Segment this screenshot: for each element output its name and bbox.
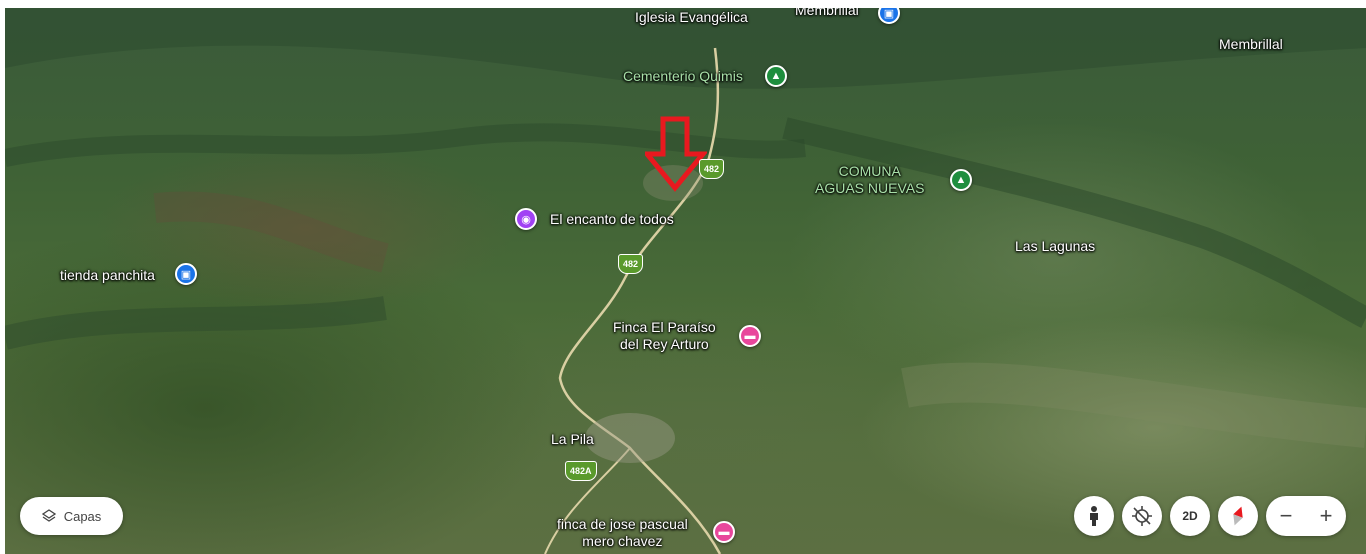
my-location-button[interactable]: [1122, 496, 1162, 536]
finca-jose-line2: mero chavez: [582, 533, 663, 549]
location-off-icon: [1132, 506, 1152, 526]
place-label-comuna[interactable]: COMUNA AGUAS NUEVAS: [815, 163, 924, 197]
street-view-button[interactable]: [1074, 496, 1114, 536]
terrain-layer: [5, 8, 1366, 554]
place-label-tienda[interactable]: tienda panchita: [60, 267, 155, 284]
zoom-out-button[interactable]: −: [1280, 503, 1293, 529]
annotation-arrow: [645, 116, 707, 192]
place-label-membrillal-right[interactable]: Membrillal: [1219, 36, 1283, 53]
finca-paraiso-line1: Finca El Paraíso: [613, 319, 716, 335]
satellite-map[interactable]: Iglesia Evangélica Membrillal ▣ Membrill…: [5, 8, 1366, 554]
finca-jose-line1: finca de jose pascual: [557, 516, 688, 532]
finca-paraiso-line2: del Rey Arturo: [620, 336, 709, 352]
park-pin-icon[interactable]: ▲: [950, 169, 972, 191]
layers-label: Capas: [63, 508, 102, 524]
route-shield-482: 482: [699, 159, 725, 179]
hotel-pin-icon[interactable]: ▬: [713, 521, 735, 543]
park-pin-icon[interactable]: ▲: [765, 65, 787, 87]
place-label-finca-jose[interactable]: finca de jose pascual mero chavez: [557, 516, 688, 550]
view-2d-button[interactable]: 2D: [1170, 496, 1210, 536]
camera-pin-icon[interactable]: ◉: [515, 208, 537, 230]
route-shield-482: 482: [618, 254, 644, 274]
comuna-line1: COMUNA: [838, 163, 901, 179]
hotel-pin-icon[interactable]: ▬: [739, 325, 761, 347]
place-label-la-pila[interactable]: La Pila: [551, 431, 594, 448]
shopping-pin-icon[interactable]: ▣: [175, 263, 197, 285]
zoom-in-button[interactable]: +: [1320, 503, 1333, 529]
compass-icon: [1233, 506, 1243, 526]
place-label-membrillal-top[interactable]: Membrillal: [795, 8, 859, 19]
place-label-finca-paraiso[interactable]: Finca El Paraíso del Rey Arturo: [613, 319, 716, 353]
compass-button[interactable]: [1218, 496, 1258, 536]
place-label-iglesia[interactable]: Iglesia Evangélica: [635, 9, 748, 26]
place-label-cementerio[interactable]: Cementerio Quimis: [623, 68, 743, 85]
layers-button[interactable]: Capas: [20, 497, 123, 535]
route-shield-482a: 482A: [565, 461, 597, 481]
comuna-line2: AGUAS NUEVAS: [815, 180, 925, 196]
layers-icon: [41, 509, 56, 522]
pegman-icon: [1090, 506, 1098, 526]
place-label-lagunas[interactable]: Las Lagunas: [1015, 238, 1095, 255]
place-label-encanto[interactable]: El encanto de todos: [550, 211, 674, 228]
zoom-controls: − +: [1266, 496, 1346, 536]
